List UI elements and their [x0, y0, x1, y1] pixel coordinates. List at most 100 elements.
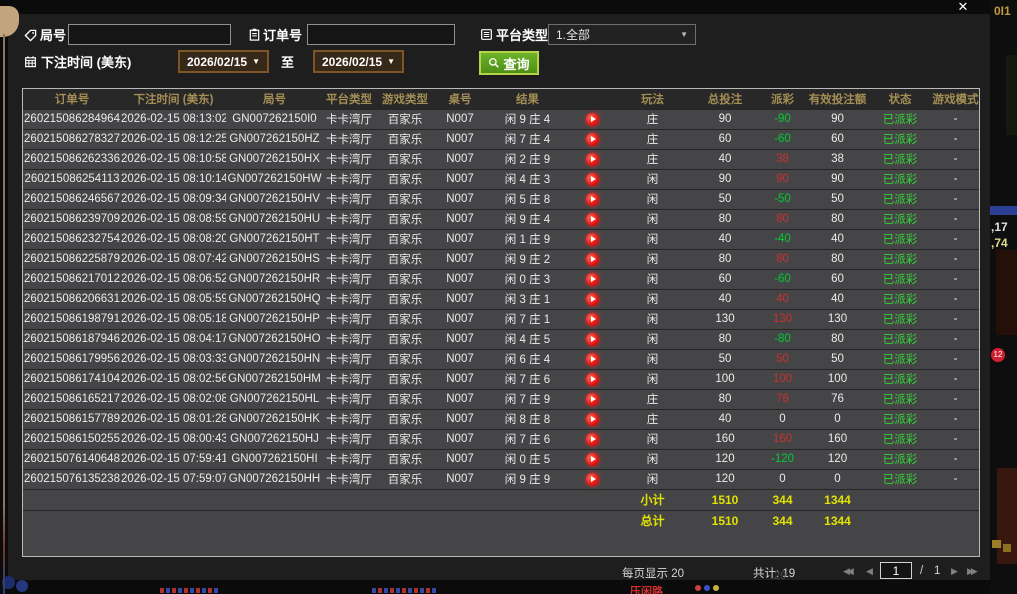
last-page-button[interactable]: ▶▶	[967, 566, 975, 577]
cell-order: 260215086217012	[23, 269, 121, 289]
replay-icon[interactable]	[586, 313, 599, 326]
column-header: 桌号	[435, 89, 485, 109]
cell-result: 闲 0 庄 3	[485, 269, 570, 289]
cell-total-bet: 40	[690, 409, 760, 429]
replay-icon[interactable]	[586, 233, 599, 246]
replay-icon[interactable]	[586, 273, 599, 286]
replay-icon[interactable]	[586, 253, 599, 266]
replay-icon[interactable]	[586, 353, 599, 366]
cell-order: 260215086187946	[23, 329, 121, 349]
cell-game-type: 百家乐	[375, 369, 435, 389]
replay-icon[interactable]	[586, 293, 599, 306]
valid-bet-sum: 1344	[805, 489, 870, 510]
cell-round: GN007262150HH	[226, 469, 323, 489]
cell-mode: -	[930, 129, 980, 149]
cell-status: 已派彩	[870, 349, 930, 369]
query-button[interactable]: 查询	[479, 51, 539, 75]
table-row: 2602150861741042026-02-15 08:02:56GN0072…	[23, 369, 980, 389]
road-dot	[713, 585, 719, 591]
replay-icon[interactable]	[586, 333, 599, 346]
cell-mode: -	[930, 409, 980, 429]
cell-mode: -	[930, 329, 980, 349]
first-page-button[interactable]: ◀◀	[843, 566, 851, 577]
replay-icon[interactable]	[586, 173, 599, 186]
replay-icon[interactable]	[586, 213, 599, 226]
cell-order: 260215086232754	[23, 229, 121, 249]
column-header: 平台类型	[323, 89, 375, 109]
date-from-select[interactable]: 2026/02/15 ▼	[178, 50, 269, 73]
cell-status: 已派彩	[870, 169, 930, 189]
replay-icon[interactable]	[586, 453, 599, 466]
cell-play	[570, 109, 615, 129]
background-number-fragment: ,74	[991, 236, 1008, 250]
cell-bet-type: 闲	[615, 209, 690, 229]
cell-valid-bet: 90	[805, 169, 870, 189]
cell-status: 已派彩	[870, 229, 930, 249]
cell-result: 闲 9 庄 4	[485, 209, 570, 229]
replay-icon[interactable]	[586, 373, 599, 386]
platform-type-select[interactable]: 1.全部 ▼	[548, 24, 696, 45]
cell-valid-bet: 120	[805, 449, 870, 469]
cell-bet-type: 闲	[615, 169, 690, 189]
cell-round: GN007262150HR	[226, 269, 323, 289]
empty-cell	[570, 510, 615, 531]
cell-mode: -	[930, 449, 980, 469]
cell-time: 2026-02-15 08:00:43	[121, 429, 226, 449]
road-dot	[704, 585, 710, 591]
replay-icon[interactable]	[586, 413, 599, 426]
background-round-fragment: 0I1	[994, 4, 1011, 18]
prev-page-button[interactable]: ◀	[866, 566, 870, 577]
to-label: 至	[281, 52, 294, 71]
replay-icon[interactable]	[586, 433, 599, 446]
cell-status: 已派彩	[870, 269, 930, 289]
replay-icon[interactable]	[586, 113, 599, 126]
cell-table-no: N007	[435, 329, 485, 349]
cell-mode: -	[930, 469, 980, 489]
cell-game-type: 百家乐	[375, 329, 435, 349]
cell-total-bet: 50	[690, 189, 760, 209]
round-number-input[interactable]	[68, 24, 231, 45]
empty-cell	[485, 489, 570, 510]
replay-icon[interactable]	[586, 473, 599, 486]
cell-total-bet: 120	[690, 469, 760, 489]
cell-mode: -	[930, 429, 980, 449]
cell-game-type: 百家乐	[375, 409, 435, 429]
cell-time: 2026-02-15 08:01:28	[121, 409, 226, 429]
cell-game-type: 百家乐	[375, 109, 435, 129]
cell-game-type: 百家乐	[375, 249, 435, 269]
clipboard-icon	[248, 26, 261, 44]
replay-icon[interactable]	[586, 393, 599, 406]
cell-payout: -60	[760, 129, 805, 149]
cell-game-type: 百家乐	[375, 349, 435, 369]
replay-icon[interactable]	[586, 153, 599, 166]
column-header: 总投注	[690, 89, 760, 109]
cell-mode: -	[930, 169, 980, 189]
close-button[interactable]: ✕	[951, 0, 975, 15]
cell-result: 闲 7 庄 9	[485, 389, 570, 409]
cell-result: 闲 9 庄 4	[485, 109, 570, 129]
cell-play	[570, 349, 615, 369]
page-total: 1	[934, 565, 940, 577]
total-label: 总计	[615, 510, 690, 531]
page-input[interactable]	[880, 562, 912, 579]
replay-icon[interactable]	[586, 133, 599, 146]
order-number-input[interactable]	[307, 24, 455, 45]
cell-round: GN007262150HO	[226, 329, 323, 349]
cell-play	[570, 149, 615, 169]
cell-table-no: N007	[435, 449, 485, 469]
cell-order: 260215086262336	[23, 149, 121, 169]
bead-road-dots	[372, 588, 436, 593]
next-page-button[interactable]: ▶	[951, 566, 955, 577]
cell-payout: 90	[760, 169, 805, 189]
cell-status: 已派彩	[870, 189, 930, 209]
cell-table-no: N007	[435, 289, 485, 309]
cell-total-bet: 80	[690, 329, 760, 349]
cell-table-no: N007	[435, 229, 485, 249]
cell-result: 闲 7 庄 1	[485, 309, 570, 329]
cell-play	[570, 429, 615, 449]
cell-table-no: N007	[435, 209, 485, 229]
replay-icon[interactable]	[586, 193, 599, 206]
cell-payout: 80	[760, 249, 805, 269]
background-gold-fragment	[1003, 544, 1011, 552]
date-to-select[interactable]: 2026/02/15 ▼	[313, 50, 404, 73]
